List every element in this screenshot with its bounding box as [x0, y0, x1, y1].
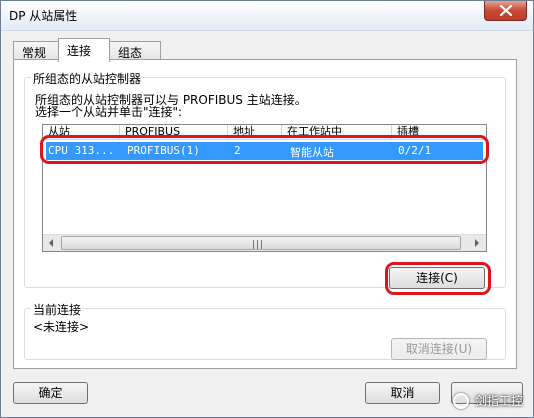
group-current-connection-label: 当前连接 [31, 301, 84, 318]
title-bar[interactable]: DP 从站属性 [1, 1, 533, 31]
watermark: 剑指工控 [453, 392, 523, 409]
watermark-text: 剑指工控 [474, 393, 523, 408]
current-connection-value: <未连接> [33, 320, 90, 334]
arrow-left-icon [49, 239, 53, 247]
tab-general[interactable]: 常规 [13, 41, 59, 61]
dp-slave-properties-window: DP 从站属性 常规 连接 组态 所组态的从站控制器 所组态的从站控制器可以与 … [0, 0, 534, 418]
horizontal-scrollbar[interactable]: ||| [43, 234, 486, 251]
dialog-client: 常规 连接 组态 所组态的从站控制器 所组态的从站控制器可以与 PROFIBUS… [5, 32, 529, 415]
highlight-row-annotation [40, 135, 489, 164]
close-icon [500, 5, 512, 16]
window-title: DP 从站属性 [9, 9, 78, 23]
scroll-left-button[interactable] [43, 235, 60, 251]
arrow-right-icon [475, 239, 479, 247]
highlight-button-annotation [385, 262, 491, 295]
tab-connection[interactable]: 连接 [58, 38, 110, 62]
scroll-grip-icon: ||| [252, 240, 265, 250]
scroll-thumb[interactable]: ||| [61, 236, 461, 250]
description-line-2: 选择一个从站并单击"连接": [35, 105, 183, 119]
close-button[interactable] [484, 1, 527, 21]
disconnect-button[interactable]: 取消连接(U) [391, 338, 487, 360]
ok-button[interactable]: 确定 [13, 382, 88, 404]
wechat-icon [453, 393, 470, 409]
group-configured-controllers-label: 所组态的从站控制器 [31, 70, 144, 87]
cancel-button[interactable]: 取消 [365, 382, 440, 404]
tab-configuration[interactable]: 组态 [109, 41, 161, 61]
scroll-right-button[interactable] [469, 235, 486, 251]
